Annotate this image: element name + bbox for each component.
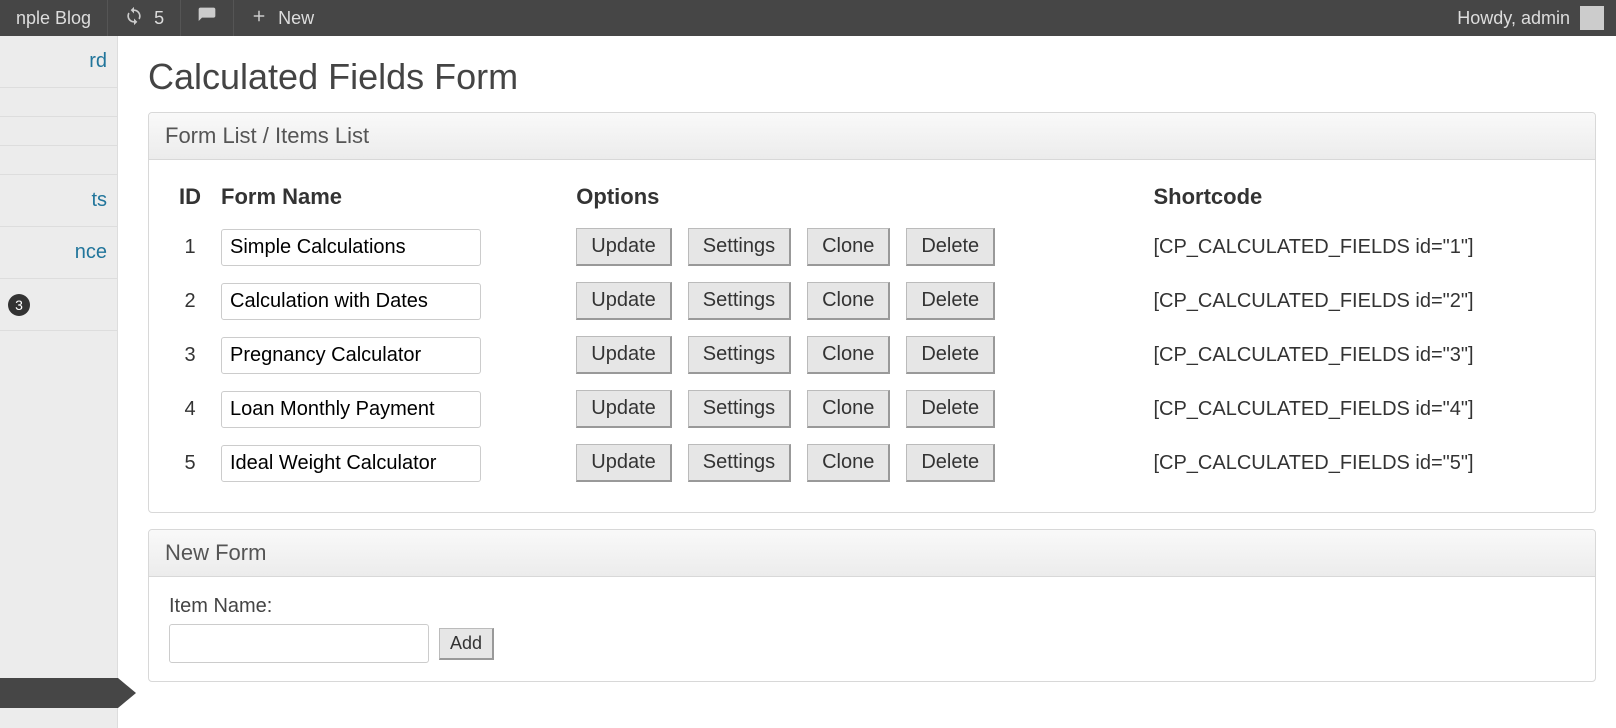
settings-button[interactable]: Settings — [688, 390, 791, 428]
howdy-text: Howdy, admin — [1457, 8, 1570, 29]
sidebar-item[interactable]: nce — [0, 227, 117, 279]
shortcode-text: [CP_CALCULATED_FIELDS id="3"] — [1143, 332, 1575, 378]
sidebar-item[interactable]: ts — [0, 175, 117, 227]
col-id: ID — [169, 178, 211, 216]
col-options: Options — [566, 178, 1143, 216]
shortcode-text: [CP_CALCULATED_FIELDS id="1"] — [1143, 224, 1575, 270]
settings-button[interactable]: Settings — [688, 228, 791, 266]
plus-icon — [250, 7, 268, 30]
plugin-update-badge: 3 — [8, 294, 30, 316]
update-button[interactable]: Update — [576, 336, 672, 374]
update-button[interactable]: Update — [576, 228, 672, 266]
settings-button[interactable]: Settings — [688, 282, 791, 320]
site-title-link[interactable]: nple Blog — [0, 0, 108, 36]
new-label: New — [278, 8, 314, 29]
form-name-input[interactable] — [221, 229, 481, 266]
delete-button[interactable]: Delete — [906, 228, 995, 266]
form-list-panel: Form List / Items List ID Form Name Opti… — [148, 112, 1596, 513]
clone-button[interactable]: Clone — [807, 336, 890, 374]
collapse-menu-button[interactable] — [0, 678, 118, 708]
add-button[interactable]: Add — [439, 628, 494, 660]
form-name-input[interactable] — [221, 391, 481, 428]
row-id: 3 — [169, 332, 211, 378]
table-row: 3 Update Settings Clone Delete [CP_CALCULATED… — [169, 332, 1575, 378]
sidebar-item-label: rd — [89, 50, 107, 72]
account-link[interactable]: Howdy, admin — [1445, 6, 1616, 30]
new-form-panel: New Form Item Name: Add — [148, 529, 1596, 682]
table-row: 2 Update Settings Clone Delete [CP_CALCULATED… — [169, 278, 1575, 324]
col-name: Form Name — [211, 178, 566, 216]
forms-table: ID Form Name Options Shortcode 1 Update Se… — [169, 170, 1575, 494]
row-id: 1 — [169, 224, 211, 270]
updates-count: 5 — [154, 8, 164, 29]
form-name-input[interactable] — [221, 445, 481, 482]
comments-link[interactable] — [181, 0, 234, 36]
refresh-icon — [124, 6, 144, 31]
shortcode-text: [CP_CALCULATED_FIELDS id="2"] — [1143, 278, 1575, 324]
settings-button[interactable]: Settings — [688, 336, 791, 374]
shortcode-text: [CP_CALCULATED_FIELDS id="4"] — [1143, 386, 1575, 432]
item-name-label: Item Name: — [169, 595, 1575, 618]
form-list-header: Form List / Items List — [149, 113, 1595, 160]
table-row: 1 Update Settings Clone Delete [CP_CALCULATED… — [169, 224, 1575, 270]
clone-button[interactable]: Clone — [807, 390, 890, 428]
row-id: 2 — [169, 278, 211, 324]
row-id: 5 — [169, 440, 211, 486]
sidebar-item[interactable]: rd — [0, 36, 117, 88]
sidebar-item-label: nce — [75, 241, 107, 263]
form-name-input[interactable] — [221, 337, 481, 374]
update-button[interactable]: Update — [576, 282, 672, 320]
new-form-header: New Form — [149, 530, 1595, 577]
clone-button[interactable]: Clone — [807, 282, 890, 320]
update-button[interactable]: Update — [576, 444, 672, 482]
shortcode-text: [CP_CALCULATED_FIELDS id="5"] — [1143, 440, 1575, 486]
admin-bar: nple Blog 5 New Howdy, admin — [0, 0, 1616, 36]
delete-button[interactable]: Delete — [906, 444, 995, 482]
new-content-link[interactable]: New — [234, 0, 330, 36]
clone-button[interactable]: Clone — [807, 228, 890, 266]
site-title: nple Blog — [16, 8, 91, 29]
item-name-input[interactable] — [169, 624, 429, 663]
page-title: Calculated Fields Form — [148, 56, 1596, 98]
sidebar-item[interactable] — [0, 117, 117, 146]
main-content: Calculated Fields Form Form List / Items… — [118, 36, 1616, 728]
clone-button[interactable]: Clone — [807, 444, 890, 482]
table-row: 5 Update Settings Clone Delete [CP_CALCULATED… — [169, 440, 1575, 486]
sidebar-item-plugins[interactable]: 3 — [0, 279, 117, 331]
delete-button[interactable]: Delete — [906, 282, 995, 320]
comment-icon — [197, 6, 217, 31]
delete-button[interactable]: Delete — [906, 336, 995, 374]
updates-link[interactable]: 5 — [108, 0, 181, 36]
delete-button[interactable]: Delete — [906, 390, 995, 428]
admin-sidebar: rd ts nce 3 — [0, 36, 118, 728]
row-id: 4 — [169, 386, 211, 432]
settings-button[interactable]: Settings — [688, 444, 791, 482]
form-name-input[interactable] — [221, 283, 481, 320]
sidebar-item[interactable] — [0, 146, 117, 175]
sidebar-item-label: ts — [91, 189, 107, 211]
col-shortcode: Shortcode — [1143, 178, 1575, 216]
table-row: 4 Update Settings Clone Delete [CP_CALCULATED… — [169, 386, 1575, 432]
sidebar-item[interactable] — [0, 88, 117, 117]
update-button[interactable]: Update — [576, 390, 672, 428]
avatar — [1580, 6, 1604, 30]
